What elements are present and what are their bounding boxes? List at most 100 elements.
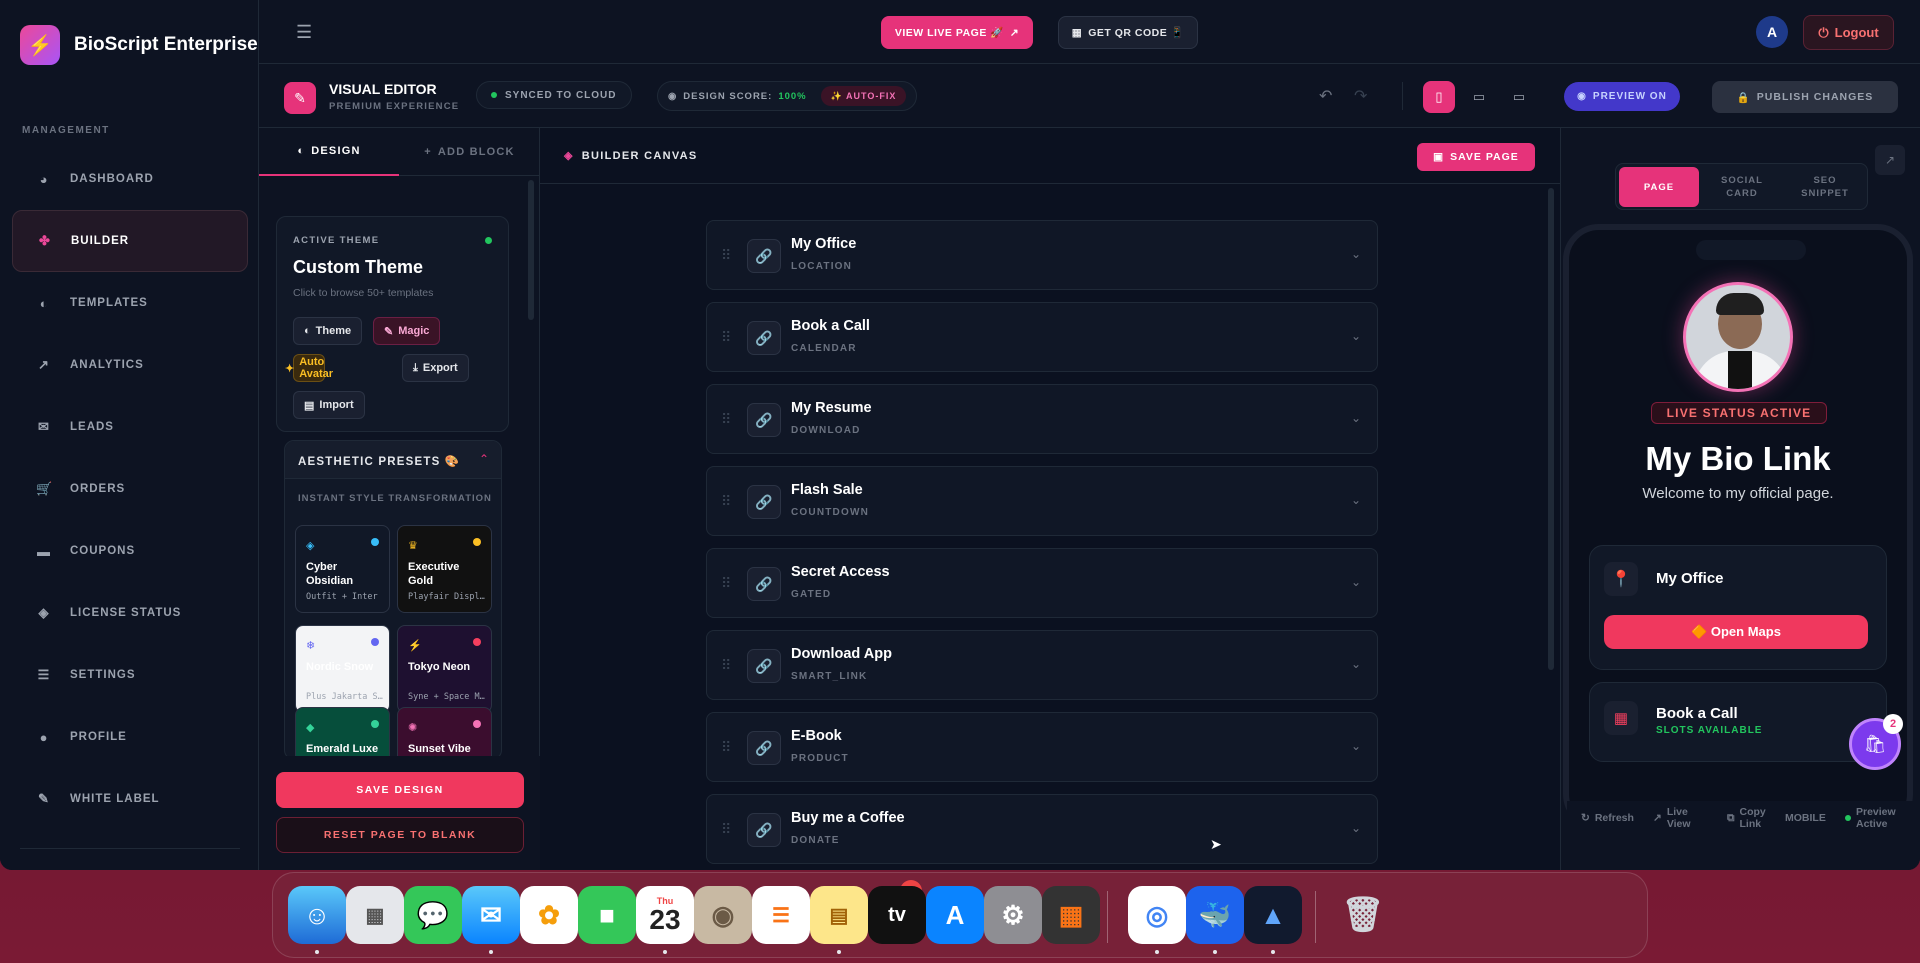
canvas-scrollbar[interactable]	[1548, 188, 1554, 670]
reminders-icon[interactable]: ☰	[752, 886, 810, 944]
drag-handle-icon[interactable]: ⠿	[721, 739, 731, 756]
settings-icon[interactable]: ⚙	[984, 886, 1042, 944]
block-item[interactable]: ⠿ 🔗 Secret Access GATED ⌄	[706, 548, 1378, 618]
facetime-icon[interactable]: ■	[578, 886, 636, 944]
photos-icon[interactable]: ✿	[520, 886, 578, 944]
panel-scrollbar[interactable]	[528, 180, 534, 320]
preset-card[interactable]: ❄ Nordic Snow Plus Jakarta Sans	[295, 625, 390, 713]
docker-icon[interactable]: 🐳	[1186, 886, 1244, 944]
notes-icon[interactable]: ▤	[810, 886, 868, 944]
redo-icon[interactable]: ↷	[1354, 86, 1367, 106]
tab-add-block[interactable]: + ADD BLOCK	[399, 128, 540, 176]
drag-handle-icon[interactable]: ⠿	[721, 247, 731, 264]
chevron-down-icon[interactable]: ⌄	[1351, 247, 1361, 261]
chevron-down-icon[interactable]: ⌄	[1351, 329, 1361, 343]
chevron-down-icon[interactable]: ⌄	[1351, 493, 1361, 507]
preset-card[interactable]: ◈ Cyber Obsidian Outfit + Inter	[295, 525, 390, 613]
save-icon: ▣	[1433, 151, 1445, 163]
block-item[interactable]: ⠿ 🔗 Book a Call CALENDAR ⌄	[706, 302, 1378, 372]
block-item[interactable]: ⠿ 🔗 My Office LOCATION ⌄	[706, 220, 1378, 290]
get-qr-code-button[interactable]: ▦ GET QR CODE 📱	[1058, 16, 1198, 49]
preset-card[interactable]: ◆ Emerald Luxe	[295, 707, 390, 759]
menu-collapse-icon[interactable]: ☰	[296, 22, 312, 43]
undo-icon[interactable]: ↶	[1319, 86, 1332, 106]
block-item[interactable]: ⠿ 🔗 Flash Sale COUNTDOWN ⌄	[706, 466, 1378, 536]
preset-name: Sunset Vibe	[408, 743, 471, 755]
active-theme-card[interactable]: ACTIVE THEME Custom Theme Click to brows…	[276, 216, 509, 432]
mail-icon[interactable]: ✉	[462, 886, 520, 944]
status-dot-icon	[485, 237, 492, 244]
sidebar-item-templates[interactable]: ◐ TEMPLATES	[12, 272, 248, 334]
toolbar-divider	[1402, 82, 1403, 110]
brand[interactable]: ⚡ BioScript Enterprise	[20, 25, 258, 65]
calculator-icon[interactable]: ▦	[1042, 886, 1100, 944]
sidebar-item-settings[interactable]: ☰ SETTINGS	[12, 644, 248, 706]
presets-header[interactable]: AESTHETIC PRESETS 🎨 ⌃	[285, 441, 501, 479]
tab-design[interactable]: ◐ DESIGN	[259, 128, 399, 176]
drag-handle-icon[interactable]: ⠿	[721, 329, 731, 346]
tab-seo-snippet[interactable]: SEO SNIPPET	[1785, 167, 1865, 207]
sidebar-item-orders[interactable]: 🛒 ORDERS	[12, 458, 248, 520]
import-button[interactable]: ▤ Import	[293, 391, 365, 419]
logout-button[interactable]: ⏻ Logout	[1803, 15, 1894, 50]
save-design-button[interactable]: SAVE DESIGN	[276, 772, 524, 808]
drag-handle-icon[interactable]: ⠿	[721, 575, 731, 592]
affinity-icon[interactable]: ▲	[1244, 886, 1302, 944]
sidebar-item-white-label[interactable]: ✎ WHITE LABEL	[12, 768, 248, 830]
chevron-down-icon[interactable]: ⌄	[1351, 739, 1361, 753]
tablet-view-button[interactable]: ▭	[1463, 81, 1495, 113]
sidebar-item-dashboard[interactable]: ◕ DASHBOARD	[12, 148, 248, 210]
preset-card[interactable]: ♛ Executive Gold Playfair Display	[397, 525, 492, 613]
export-button[interactable]: ⤓ Export	[402, 354, 469, 382]
drag-handle-icon[interactable]: ⠿	[721, 493, 731, 510]
avatar[interactable]: A	[1756, 16, 1788, 48]
magic-button[interactable]: ✎ Magic	[373, 317, 441, 345]
finder-icon[interactable]: ☺	[288, 886, 346, 944]
auto-avatar-button[interactable]: ✦ Auto Avatar	[285, 354, 333, 382]
block-item[interactable]: ⠿ 🔗 E-Book PRODUCT ⌄	[706, 712, 1378, 782]
calendar-icon[interactable]: Thu 23	[636, 886, 694, 944]
drag-handle-icon[interactable]: ⠿	[721, 821, 731, 838]
preset-card[interactable]: ✺ Sunset Vibe	[397, 707, 492, 759]
view-live-page-button[interactable]: VIEW LIVE PAGE 🚀 ↗	[881, 16, 1033, 49]
external-link-icon[interactable]: ↗	[1875, 145, 1905, 175]
chevron-down-icon[interactable]: ⌄	[1351, 411, 1361, 425]
sidebar-item-leads[interactable]: ✉ LEADS	[12, 396, 248, 458]
block-item[interactable]: ⠿ 🔗 My Resume DOWNLOAD ⌄	[706, 384, 1378, 454]
block-item[interactable]: ⠿ 🔗 Buy me a Coffee DONATE ⌄	[706, 794, 1378, 864]
mobile-view-button[interactable]: ▯	[1423, 81, 1455, 113]
sidebar-item-builder[interactable]: ✤ BUILDER	[12, 210, 248, 272]
refresh-button[interactable]: ↻ Refresh	[1581, 812, 1634, 824]
launchpad-icon[interactable]: ▦	[346, 886, 404, 944]
appstore-icon[interactable]: A	[926, 886, 984, 944]
drag-handle-icon[interactable]: ⠿	[721, 411, 731, 428]
drag-handle-icon[interactable]: ⠿	[721, 657, 731, 674]
copy-link-button[interactable]: ⧉ Copy Link	[1727, 806, 1766, 830]
desktop-view-button[interactable]: ▭	[1503, 81, 1535, 113]
save-page-button[interactable]: ▣ SAVE PAGE	[1417, 143, 1535, 171]
appletv-icon[interactable]: tv	[868, 886, 926, 944]
preview-toggle-button[interactable]: ◉ PREVIEW ON	[1564, 82, 1680, 111]
chevron-down-icon[interactable]: ⌄	[1351, 821, 1361, 835]
contacts-icon[interactable]: ◉	[694, 886, 752, 944]
sidebar-item-analytics[interactable]: ↗ ANALYTICS	[12, 334, 248, 396]
open-maps-button[interactable]: 🔶 Open Maps	[1604, 615, 1868, 649]
crown-icon: ♛	[408, 540, 418, 552]
chevron-down-icon[interactable]: ⌄	[1351, 657, 1361, 671]
chrome-icon[interactable]: ◎	[1128, 886, 1186, 944]
publish-changes-button[interactable]: 🔒 PUBLISH CHANGES	[1712, 81, 1898, 113]
sidebar-item-profile[interactable]: ● PROFILE	[12, 706, 248, 768]
reset-page-button[interactable]: RESET PAGE TO BLANK	[276, 817, 524, 853]
tab-page[interactable]: PAGE	[1619, 167, 1699, 207]
sidebar-item-license-status[interactable]: ◈ LICENSE STATUS	[12, 582, 248, 644]
messages-icon[interactable]: 💬	[404, 886, 462, 944]
sidebar-item-coupons[interactable]: ▬ COUPONS	[12, 520, 248, 582]
preset-card[interactable]: ⚡ Tokyo Neon Syne + Space Mono	[397, 625, 492, 713]
auto-fix-button[interactable]: ✨ AUTO-FIX	[820, 86, 907, 106]
live-view-button[interactable]: ↗ Live View	[1653, 806, 1691, 830]
tab-social-card[interactable]: SOCIAL CARD	[1702, 167, 1782, 207]
chevron-down-icon[interactable]: ⌄	[1351, 575, 1361, 589]
block-item[interactable]: ⠿ 🔗 Download App SMART_LINK ⌄	[706, 630, 1378, 700]
trash-icon[interactable]: 🗑	[1334, 886, 1392, 944]
theme-button[interactable]: ◐ Theme	[293, 317, 363, 345]
